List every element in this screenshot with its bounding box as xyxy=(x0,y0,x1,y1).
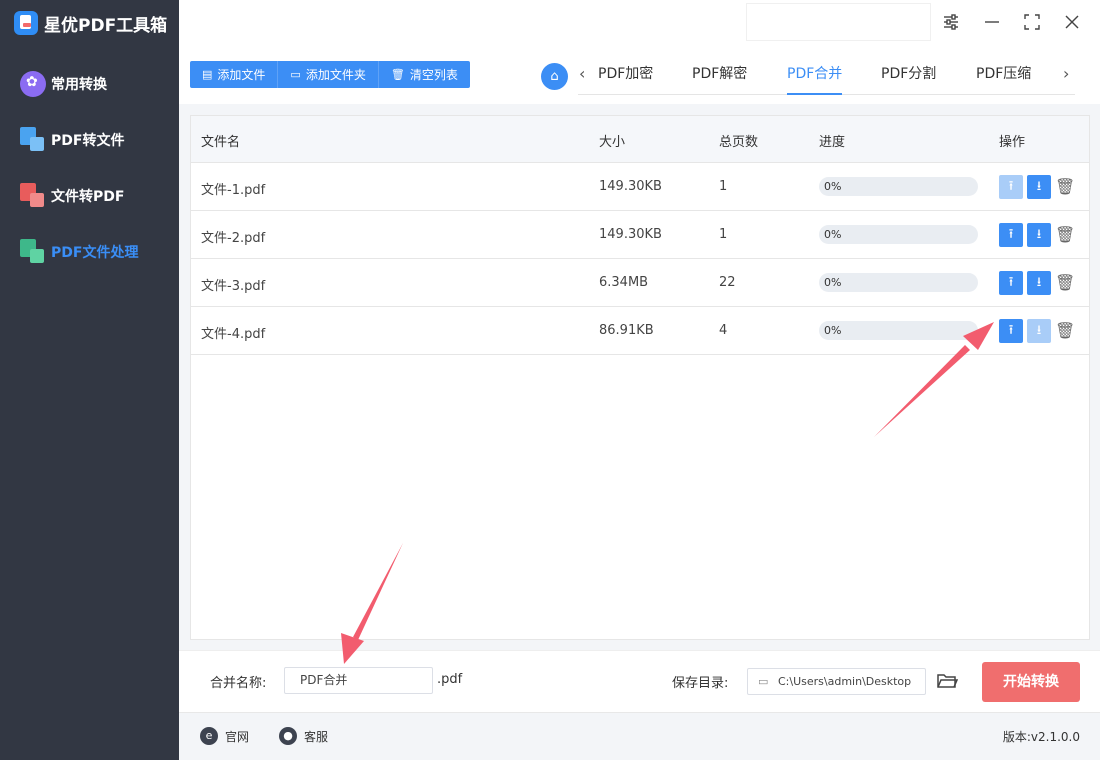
file-toolbar: ▤ 添加文件 ▭ 添加文件夹 🗑 清空列表 xyxy=(190,61,470,88)
maximize-icon[interactable] xyxy=(1021,13,1043,35)
file-size: 6.34MB xyxy=(599,275,649,290)
tab-pdf-encrypt[interactable]: PDF加密 xyxy=(598,57,653,95)
table-row: 文件-1.pdf 149.30KB 1 0% ⭱ ⭳ 🗑 xyxy=(191,163,1089,211)
move-down-icon[interactable]: ⭳ xyxy=(1027,319,1051,343)
tab-pdf-compress[interactable]: PDF压缩 xyxy=(976,57,1031,95)
flower-icon xyxy=(20,71,46,97)
file-to-pdf-icon xyxy=(20,183,46,209)
col-size: 大小 xyxy=(599,135,626,150)
chat-bubble-icon: ● xyxy=(279,727,297,745)
file-name: 文件-4.pdf xyxy=(201,327,266,342)
merge-extension: .pdf xyxy=(437,672,463,687)
file-table: 文件名 大小 总页数 进度 操作 文件-1.pdf 149.30KB 1 0% … xyxy=(190,115,1090,640)
file-icon: ▤ xyxy=(202,68,213,81)
col-actions: 操作 xyxy=(999,135,1026,150)
version-text: 版本:v2.1.0.0 xyxy=(1002,730,1080,744)
file-size: 86.91KB xyxy=(599,323,654,338)
function-tabs: PDF加密 PDF解密 PDF合并 PDF分割 PDF压缩 xyxy=(578,57,1075,95)
customer-service-link[interactable]: ● 客服 xyxy=(279,727,328,745)
move-up-icon[interactable]: ⭱ xyxy=(999,175,1023,199)
add-file-button[interactable]: ▤ 添加文件 xyxy=(190,61,279,88)
save-dir-path: C:\Users\admin\Desktop xyxy=(778,675,912,688)
add-file-label: 添加文件 xyxy=(217,68,266,82)
sidebar-item-label: PDF转文件 xyxy=(51,133,125,149)
move-down-icon[interactable]: ⭳ xyxy=(1027,223,1051,247)
start-convert-button[interactable]: 开始转换 xyxy=(982,662,1080,702)
move-up-icon[interactable]: ⭱ xyxy=(999,319,1023,343)
sidebar-item-file-to-pdf[interactable]: 文件转PDF xyxy=(20,181,124,211)
sidebar-item-pdf-to-file[interactable]: PDF转文件 xyxy=(20,125,124,155)
progress-bar: 0% xyxy=(819,273,978,292)
move-up-icon[interactable]: ⭱ xyxy=(999,271,1023,295)
move-up-icon[interactable]: ⭱ xyxy=(999,223,1023,247)
clear-list-label: 清空列表 xyxy=(409,68,458,82)
pdf-to-file-icon xyxy=(20,127,46,153)
delete-icon[interactable]: 🗑 xyxy=(1055,175,1075,199)
delete-icon[interactable]: 🗑 xyxy=(1055,271,1075,295)
sidebar-item-common-convert[interactable]: 常用转换 xyxy=(20,69,107,99)
progress-bar: 0% xyxy=(819,321,978,340)
tab-pdf-split[interactable]: PDF分割 xyxy=(881,57,936,95)
sidebar-item-label: 文件转PDF xyxy=(51,189,125,205)
globe-e-icon: e xyxy=(200,727,218,745)
page-count: 22 xyxy=(719,275,736,290)
col-filename: 文件名 xyxy=(201,135,241,150)
sidebar-item-pdf-processing[interactable]: PDF文件处理 xyxy=(20,237,138,267)
folder-icon: ▭ xyxy=(290,68,301,81)
file-name: 文件-2.pdf xyxy=(201,231,266,246)
table-row: 文件-4.pdf 86.91KB 4 0% ⭱ ⭳ 🗑 xyxy=(191,307,1089,355)
brand: 星优PDF工具箱 xyxy=(14,9,167,37)
tab-pdf-merge[interactable]: PDF合并 xyxy=(787,57,843,95)
page-count: 4 xyxy=(719,323,728,338)
delete-icon[interactable]: 🗑 xyxy=(1055,319,1075,343)
title-bar-blank-area xyxy=(746,3,931,41)
footer: e 官网 ● 客服 版本:v2.1.0.0 xyxy=(179,712,1100,760)
add-folder-button[interactable]: ▭ 添加文件夹 xyxy=(278,61,379,88)
minimize-icon[interactable] xyxy=(981,13,1003,35)
merge-options-bar: 合并名称: PDF合并 .pdf 保存目录: ▭ C:\Users\admin\… xyxy=(179,650,1100,712)
page-count: 1 xyxy=(719,227,728,242)
home-icon[interactable]: ⌂ xyxy=(541,63,568,90)
file-size: 149.30KB xyxy=(599,179,662,194)
move-down-icon[interactable]: ⭳ xyxy=(1027,175,1051,199)
app-logo-icon xyxy=(14,11,38,35)
website-link[interactable]: e 官网 xyxy=(200,727,249,745)
close-icon[interactable] xyxy=(1061,13,1083,35)
save-dir-input[interactable]: ▭ C:\Users\admin\Desktop xyxy=(747,668,926,695)
app-title: 星优PDF工具箱 xyxy=(44,15,168,36)
open-folder-icon[interactable] xyxy=(936,671,959,691)
settings-sliders-icon[interactable] xyxy=(940,13,962,35)
col-progress: 进度 xyxy=(819,135,846,150)
sidebar: 星优PDF工具箱 常用转换 PDF转文件 文件转PDF PDF文件处理 xyxy=(0,0,179,760)
col-pages: 总页数 xyxy=(719,135,759,150)
file-name: 文件-1.pdf xyxy=(201,183,266,198)
top-bar: ▤ 添加文件 ▭ 添加文件夹 🗑 清空列表 ⌂ ‹ PDF加密 PDF解密 PD… xyxy=(179,0,1100,104)
delete-icon[interactable]: 🗑 xyxy=(1055,223,1075,247)
save-dir-label: 保存目录: xyxy=(672,676,729,691)
service-label: 客服 xyxy=(304,729,329,744)
table-row: 文件-3.pdf 6.34MB 22 0% ⭱ ⭳ 🗑 xyxy=(191,259,1089,307)
pdf-processing-icon xyxy=(20,239,46,265)
folder-small-icon: ▭ xyxy=(758,675,769,688)
trash-icon: 🗑 xyxy=(390,68,405,81)
file-name: 文件-3.pdf xyxy=(201,279,266,294)
table-row: 文件-2.pdf 149.30KB 1 0% ⭱ ⭳ 🗑 xyxy=(191,211,1089,259)
page-count: 1 xyxy=(719,179,728,194)
tab-pdf-decrypt[interactable]: PDF解密 xyxy=(692,57,747,95)
merge-name-input[interactable]: PDF合并 xyxy=(284,667,433,694)
progress-bar: 0% xyxy=(819,177,978,196)
table-header: 文件名 大小 总页数 进度 操作 xyxy=(191,116,1089,163)
add-folder-label: 添加文件夹 xyxy=(305,68,366,82)
progress-bar: 0% xyxy=(819,225,978,244)
clear-list-button[interactable]: 🗑 清空列表 xyxy=(379,61,470,88)
move-down-icon[interactable]: ⭳ xyxy=(1027,271,1051,295)
website-label: 官网 xyxy=(225,729,250,744)
chevron-right-icon[interactable]: › xyxy=(1063,64,1069,83)
merge-name-label: 合并名称: xyxy=(210,676,267,691)
sidebar-item-label: PDF文件处理 xyxy=(51,245,139,261)
file-size: 149.30KB xyxy=(599,227,662,242)
sidebar-item-label: 常用转换 xyxy=(51,77,107,93)
